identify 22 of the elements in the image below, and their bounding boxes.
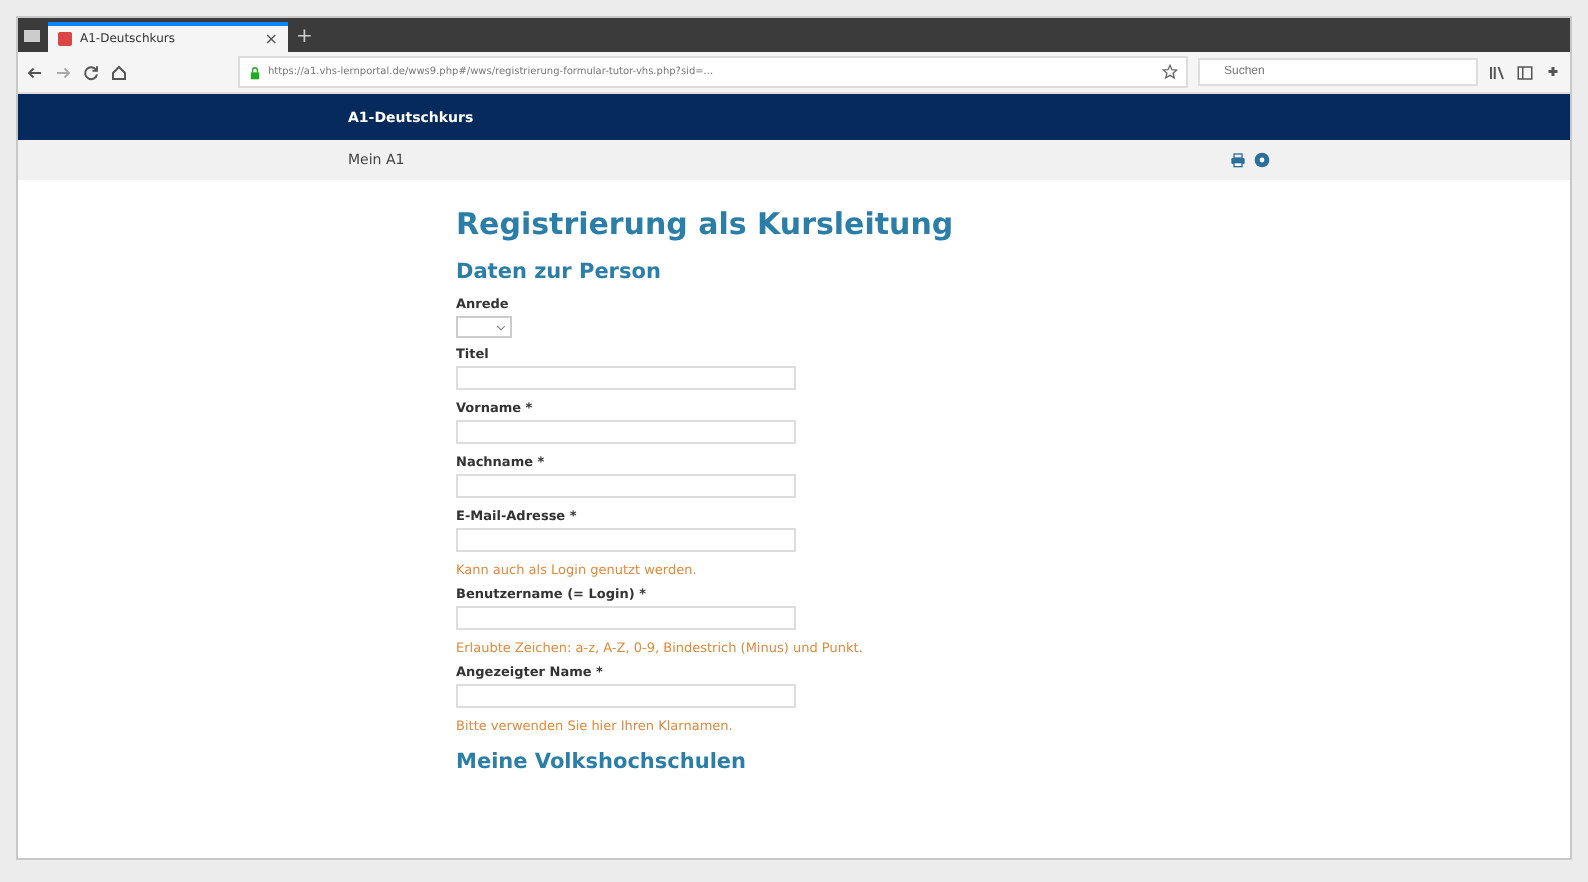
back-icon[interactable] <box>26 63 44 81</box>
input-field[interactable] <box>456 528 796 552</box>
new-tab-button[interactable]: + <box>296 26 313 48</box>
reload-icon[interactable] <box>82 63 100 81</box>
library-icon[interactable] <box>1488 63 1506 81</box>
input-field[interactable] <box>456 420 796 444</box>
section-heading: Daten zur Person <box>456 260 661 284</box>
lock-icon <box>248 65 262 79</box>
input-field[interactable] <box>456 684 796 708</box>
input-field[interactable] <box>456 606 796 630</box>
caret-icon <box>496 323 506 331</box>
print-icon[interactable] <box>1230 152 1246 168</box>
input-field[interactable] <box>456 474 796 498</box>
home-icon[interactable] <box>110 63 128 81</box>
input-field[interactable] <box>456 366 796 390</box>
favicon-icon <box>58 32 72 46</box>
select-field[interactable] <box>456 316 512 338</box>
bookmark-star-icon[interactable] <box>1162 64 1178 80</box>
section-heading: Meine Volkshochschulen <box>456 750 747 774</box>
close-tab-button[interactable]: × <box>264 30 278 48</box>
page-title: Registrierung als Kursleitung <box>456 206 954 242</box>
sidebar-icon[interactable] <box>1516 63 1534 81</box>
